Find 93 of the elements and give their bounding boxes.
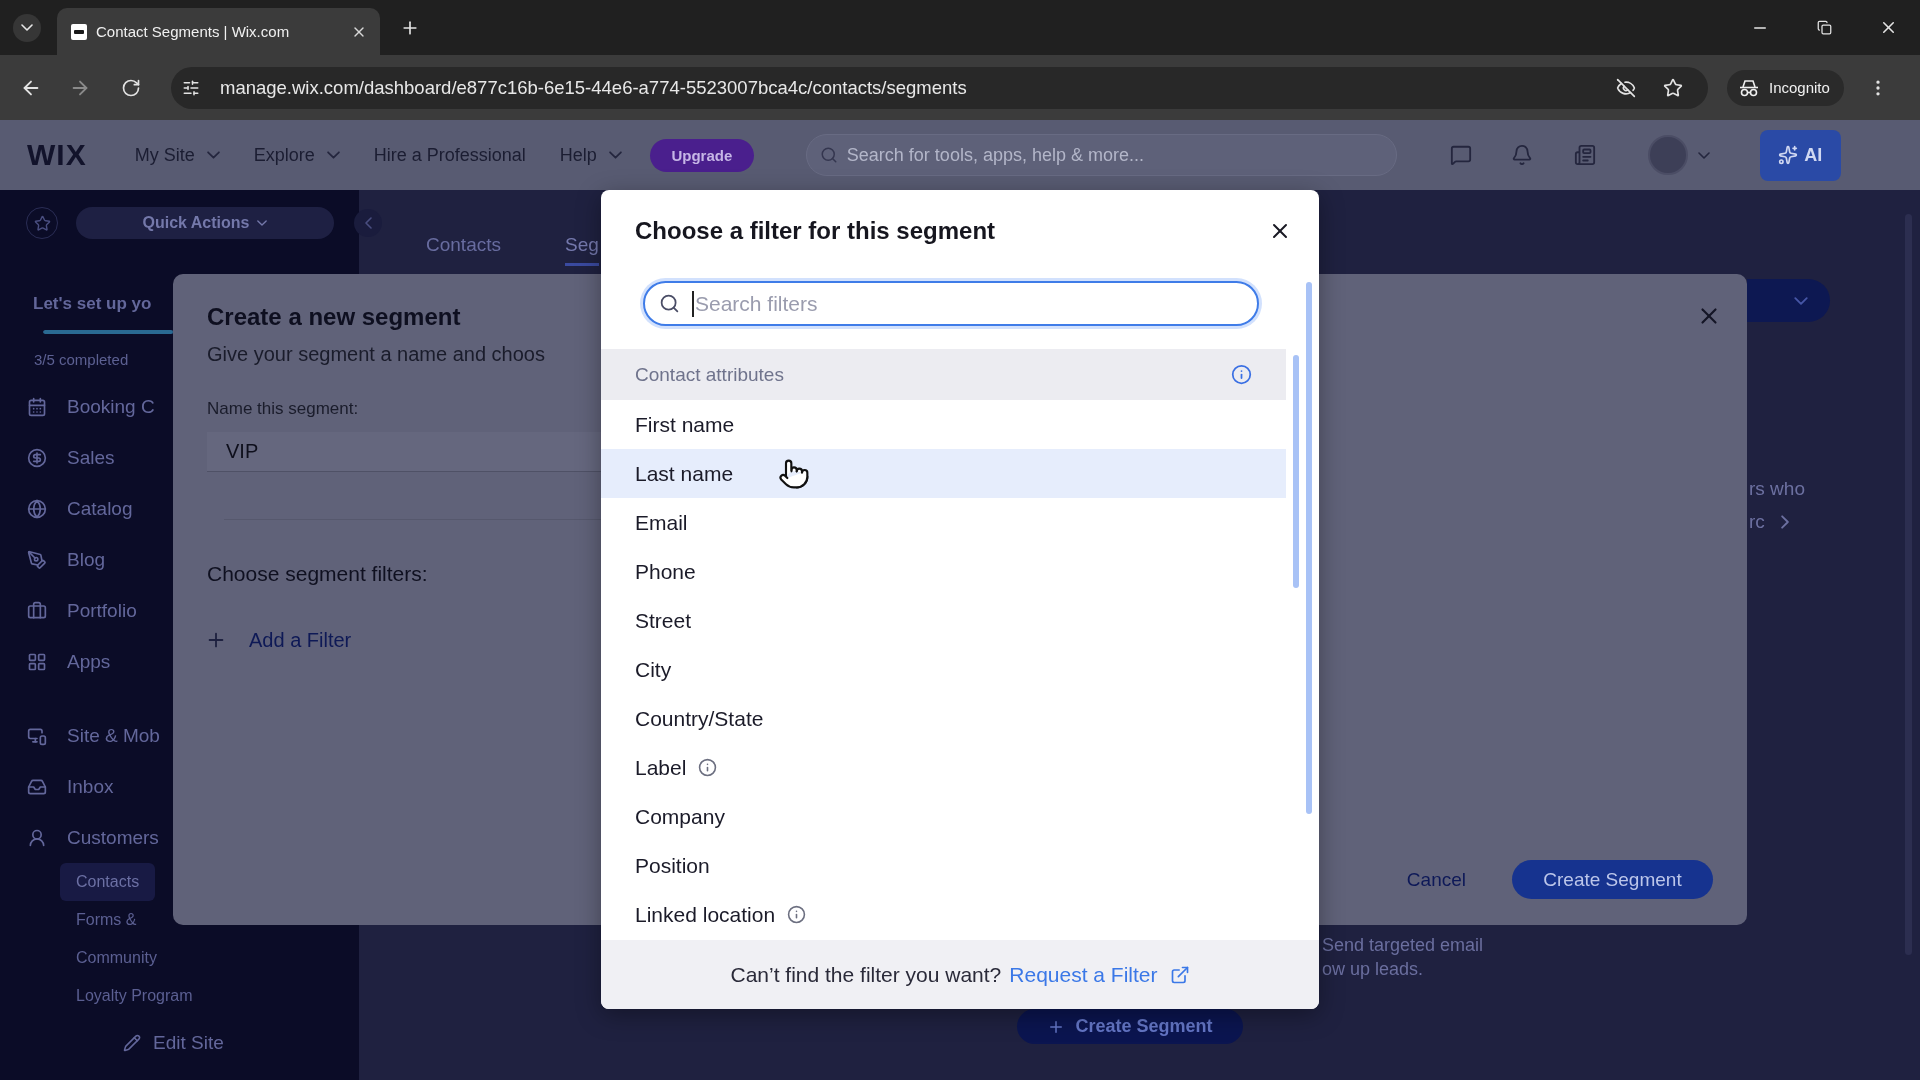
chevron-down-icon xyxy=(21,24,33,31)
person-icon xyxy=(27,827,47,848)
nav-menu[interactable]: My Site xyxy=(134,144,220,166)
briefcase-icon xyxy=(27,600,47,621)
pencil-icon xyxy=(123,1034,141,1052)
search-field[interactable]: Search for tools, apps, help & more... xyxy=(805,134,1397,176)
sliders-icon[interactable] xyxy=(182,78,200,97)
incognito-icon xyxy=(1739,78,1759,97)
info-icon[interactable] xyxy=(1231,364,1252,385)
filter-option[interactable]: Phone xyxy=(601,547,1286,596)
filter-option[interactable]: City xyxy=(601,645,1286,694)
star-icon xyxy=(33,214,51,232)
sidebar-item[interactable]: Sales xyxy=(0,432,115,483)
address-field[interactable]: manage.wix.com/dashboard/e877c16b-6e15-44e6-a774-5523007bca4c/contacts/segments xyxy=(171,66,1708,109)
sidebar-subitem[interactable]: Community xyxy=(60,939,173,977)
url-text: manage.wix.com/dashboard/e877c16b-6e15-44e6-a774-5523007bca4c/contacts/segments xyxy=(220,76,967,99)
sparkle-icon xyxy=(1778,145,1799,165)
incognito-button[interactable]: Incognito xyxy=(1727,69,1844,106)
dollar-icon xyxy=(27,447,47,468)
filter-option[interactable]: First name xyxy=(601,400,1286,449)
sidebar-item[interactable]: Booking C xyxy=(0,381,155,432)
search-field[interactable]: Search filters xyxy=(643,281,1259,326)
pen-icon xyxy=(27,549,47,570)
hand-cursor-icon xyxy=(778,458,810,490)
sidebar-item[interactable]: Catalog xyxy=(0,483,133,534)
group-label: Contact attributes xyxy=(635,363,784,386)
quick-actions-button[interactable]: Quick Actions xyxy=(76,207,334,239)
chevron-down-icon xyxy=(257,220,268,226)
chevron-left-icon xyxy=(364,217,372,229)
ai-button[interactable]: AI xyxy=(1759,129,1841,181)
restore-icon[interactable] xyxy=(1816,20,1832,35)
nav-menu[interactable]: Hire a Professional xyxy=(373,144,526,166)
search-icon xyxy=(819,146,838,164)
card-text: rc xyxy=(1749,511,1765,533)
field-label: Name this segment: xyxy=(207,399,359,419)
filter-option[interactable]: Position xyxy=(601,841,1286,890)
sidebar-item[interactable]: Apps xyxy=(0,636,111,687)
search-icon xyxy=(659,293,680,314)
filter-option[interactable]: Label xyxy=(601,743,1286,792)
add-filter-link[interactable]: Add a Filter xyxy=(205,628,352,652)
tab-search-button[interactable] xyxy=(13,13,41,42)
card-text: rs who xyxy=(1749,478,1806,500)
filter-option[interactable]: Company xyxy=(601,792,1286,841)
info-icon[interactable] xyxy=(698,758,718,777)
sidebar-subitem[interactable]: Contacts xyxy=(60,863,156,901)
filter-option[interactable]: Last name xyxy=(601,449,1286,498)
name-field[interactable]: VIP xyxy=(207,432,601,472)
sidebar-item[interactable]: Site & Mob xyxy=(0,710,160,761)
grid-icon xyxy=(27,651,47,672)
setup-title: Let's set up yo xyxy=(33,293,152,315)
sidebar-subitem[interactable]: Forms & xyxy=(60,901,153,939)
edit-site-button[interactable]: Edit Site xyxy=(123,1023,224,1063)
upgrade-button[interactable]: Upgrade xyxy=(649,138,754,172)
logo[interactable]: WIX xyxy=(27,138,87,172)
request-filter-link[interactable]: Request a Filter xyxy=(1009,962,1190,987)
tab-title: Contact Segments | Wix.com xyxy=(96,23,291,40)
progress-text: 3/5 completed xyxy=(34,351,129,369)
sidebar-item[interactable]: Portfolio xyxy=(0,585,137,636)
star-icon[interactable] xyxy=(1663,77,1683,98)
browser-tab[interactable]: Contact Segments | Wix.com xyxy=(57,8,380,55)
filter-option[interactable]: Country/State xyxy=(601,694,1286,743)
dialog-title: Choose a filter for this segment xyxy=(635,216,996,246)
reload-icon[interactable] xyxy=(121,77,141,98)
favicon-icon xyxy=(71,23,87,40)
calendar-icon xyxy=(27,396,47,417)
footer-prompt: Can’t find the filter you want? xyxy=(730,962,1002,987)
filter-option[interactable]: Linked location xyxy=(601,890,1286,939)
empty-state-text: ow up leads. xyxy=(1322,958,1424,981)
chevron-right-icon xyxy=(1780,515,1789,529)
filter-option[interactable]: Email xyxy=(601,498,1286,547)
page-tab[interactable]: Contacts xyxy=(426,233,501,266)
page-tab[interactable]: Seg xyxy=(565,233,599,266)
info-icon[interactable] xyxy=(787,905,807,924)
modal-title: Create a new segment xyxy=(207,302,461,332)
filter-option[interactable]: Street xyxy=(601,596,1286,645)
scrollbar-thumb[interactable] xyxy=(1293,355,1299,588)
sidebar-subitem[interactable]: Loyalty Program xyxy=(60,977,209,1015)
create-segment-button[interactable]: Create Segment xyxy=(1512,860,1713,899)
create-segment-button[interactable]: Create Segment xyxy=(1017,1009,1243,1044)
eye-off-icon[interactable] xyxy=(1616,77,1636,98)
empty-state-text: Send targeted email xyxy=(1322,934,1484,957)
sidebar-item[interactable]: Blog xyxy=(0,534,106,585)
nav-menu[interactable]: Help xyxy=(559,144,622,166)
sidebar-item[interactable]: Inbox xyxy=(0,761,114,812)
cancel-button[interactable]: Cancel xyxy=(1392,860,1480,899)
modal-subtitle: Give your segment a name and choos xyxy=(207,342,545,366)
chevron-down-icon xyxy=(1794,296,1808,305)
scrollbar-thumb[interactable] xyxy=(1306,282,1312,814)
globe-icon xyxy=(27,498,47,519)
external-link-icon xyxy=(1169,964,1190,985)
nav-menu[interactable]: Explore xyxy=(253,144,340,166)
sidebar-item[interactable]: Customers xyxy=(0,812,159,863)
section-label: Choose segment filters: xyxy=(207,561,428,587)
